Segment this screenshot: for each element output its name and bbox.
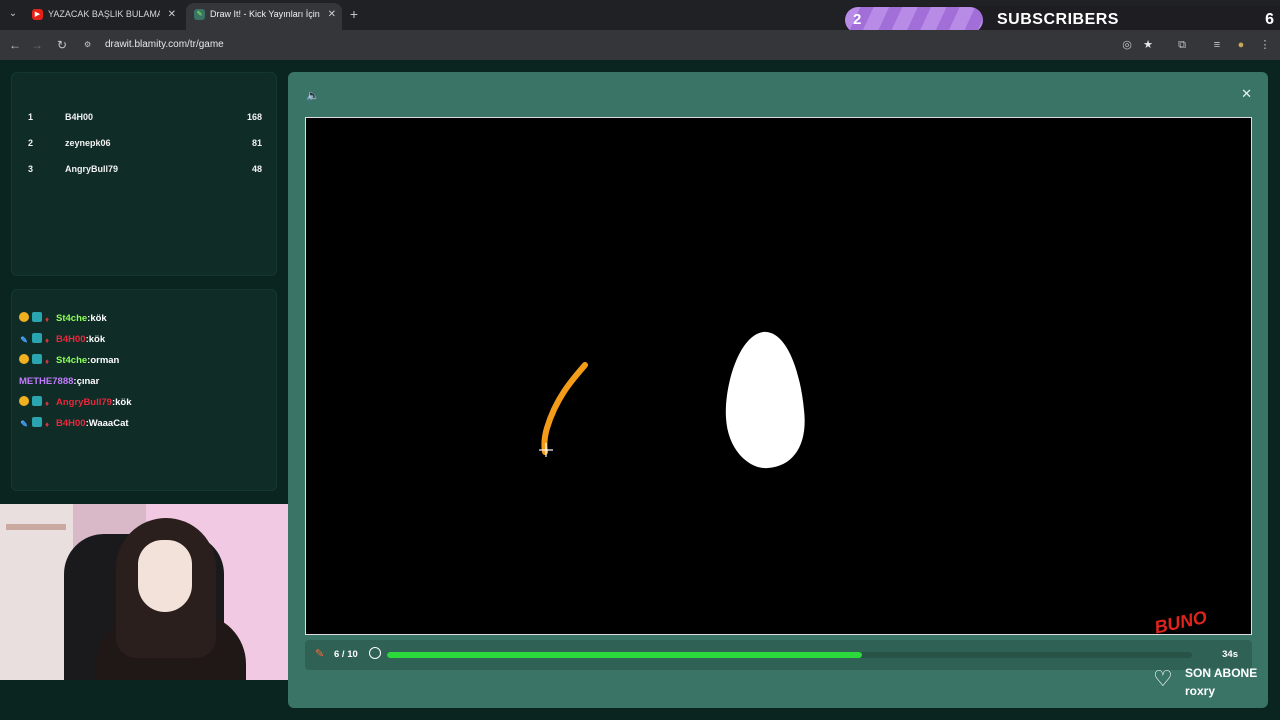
pencil-icon: ✎ [315,648,325,660]
chat-text: orman [90,355,120,366]
chat-panel: ♦ St4che:kök ✎ ♦ B4H00:kök ♦ St4che:orman ME… [11,289,277,491]
white-blob [725,331,805,469]
chat-text: kök [115,397,132,408]
stream-stage: 1 B4H00 168 2 zeynepk06 81 3 AngryBull79… [0,60,1280,720]
site-info-icon[interactable]: ⚙ [84,39,96,51]
leaderboard-row: 1 B4H00 168 [28,109,262,125]
back-icon[interactable]: ← [6,36,24,54]
menu-icon[interactable]: ⋮ [1256,36,1274,54]
heart-icon: ♡ [1153,666,1173,691]
hide-eye-icon[interactable]: ◎ [1118,36,1136,54]
chat-message: ♦ St4che:orman [19,353,119,369]
subscriber-badge-icon [32,354,42,364]
game-window: 🔈 ✕ ✎ 6 / 10 34s [288,72,1268,708]
tab-drawit[interactable]: ✎ Draw It! - Kick Yayınları İçin Çizim O… [186,3,342,30]
chat-text: kök [90,313,107,324]
last-subscriber-title: SON ABONE [1185,666,1258,680]
chat-user: St4che [56,355,88,366]
kick-badge-icon: ♦ [45,399,50,408]
chat-text: kök [88,334,106,345]
coin-badge-icon [19,396,29,406]
coin-badge-icon [19,312,29,322]
volume-icon[interactable]: 🔈 [306,89,320,102]
subscriber-badge-icon [32,396,42,406]
coin-badge-icon [19,354,29,364]
pencil-badge-icon: ✎ [20,419,28,429]
last-subscriber-name: roxry [1185,684,1216,698]
last-subscriber-widget: ♡ SON ABONE roxry [1153,664,1273,700]
crosshair-cursor-icon [539,443,553,457]
chat-user: St4che [56,313,88,324]
chat-message: ✎ ♦ B4H00:kök [20,333,106,345]
chat-user: B4H00 [56,334,86,345]
timer-icon [369,647,381,659]
chat-message: ✎ ♦ B4H00:WaaaCat [20,417,129,429]
player-name: B4H00 [65,112,94,122]
close-icon[interactable]: ✕ [1241,86,1252,102]
subscriber-badge-icon [32,312,42,322]
webcam-feed [0,504,292,680]
leaderboard-row: 2 zeynepk06 81 [28,135,262,151]
shelf [6,524,66,530]
drawit-icon: ✎ [194,9,205,20]
time-progress-fill [387,652,862,658]
browser-toolbar: ← → ↻ ⚙ drawit.blamity.com/tr/game ◎ ★ ⧉… [0,30,1280,60]
subscriber-badge-icon [32,333,42,343]
address-bar[interactable]: ⚙ drawit.blamity.com/tr/game [78,34,1168,56]
player-score: 48 [251,164,262,174]
rank: 3 [28,164,34,174]
rank: 1 [28,112,34,122]
reading-list-icon[interactable]: ≡ [1208,36,1226,54]
drawing-canvas[interactable] [305,117,1252,635]
kick-badge-icon: ♦ [45,315,50,324]
extensions-icon[interactable]: ⧉ [1173,36,1191,54]
youtube-icon: ▶ [32,9,43,20]
chat-message: ♦ AngryBull79:kök [19,395,132,411]
leaderboard-panel: 1 B4H00 168 2 zeynepk06 81 3 AngryBull79… [11,72,277,276]
profile-avatar[interactable]: ● [1232,36,1250,54]
player-score: 168 [246,112,262,122]
player-name: AngryBull79 [65,164,119,174]
kick-badge-icon: ♦ [45,357,50,366]
chat-user: METHE7888 [19,376,74,387]
chat-user: AngryBull79 [56,397,112,408]
orange-stroke [541,362,588,455]
rank: 2 [28,138,34,148]
chat-message: ♦ St4che:kök [19,311,107,327]
time-progress-bar [387,652,1192,658]
drawing-layer [539,331,805,469]
tab-title: YAZACAK BAŞLIK BULAMADIM [48,9,160,19]
tab-title: Draw It! - Kick Yayınları İçin Çizim Oyu… [210,9,322,19]
close-tab-icon[interactable]: ✕ [328,3,336,26]
player-score: 81 [251,138,262,148]
bookmark-star-icon[interactable]: ★ [1139,36,1157,54]
chat-text: WaaaCat [88,418,129,429]
forward-icon[interactable]: → [28,36,46,54]
chat-message: METHE7888:çınar [19,376,100,387]
leaderboard-row: 3 AngryBull79 48 [28,161,262,177]
game-footer: ✎ 6 / 10 34s [305,640,1252,670]
reload-icon[interactable]: ↻ [53,36,71,54]
close-tab-icon[interactable]: ✕ [168,3,176,26]
round-counter: 6 / 10 [334,649,358,660]
streamer-face [138,540,192,612]
subscriber-badge-icon [32,417,42,427]
url-text: drawit.blamity.com/tr/game [105,39,224,50]
kick-badge-icon: ♦ [45,420,50,429]
player-name: zeynepk06 [65,138,111,148]
kick-badge-icon: ♦ [45,336,50,345]
pencil-badge-icon: ✎ [20,335,28,345]
tab-youtube[interactable]: ▶ YAZACAK BAŞLIK BULAMADIM ✕ [24,3,182,30]
tab-search-icon[interactable]: ⌄ [4,5,22,23]
new-tab-button[interactable]: + [346,5,362,23]
chat-text: çınar [76,376,100,387]
chat-user: B4H00 [56,418,86,429]
